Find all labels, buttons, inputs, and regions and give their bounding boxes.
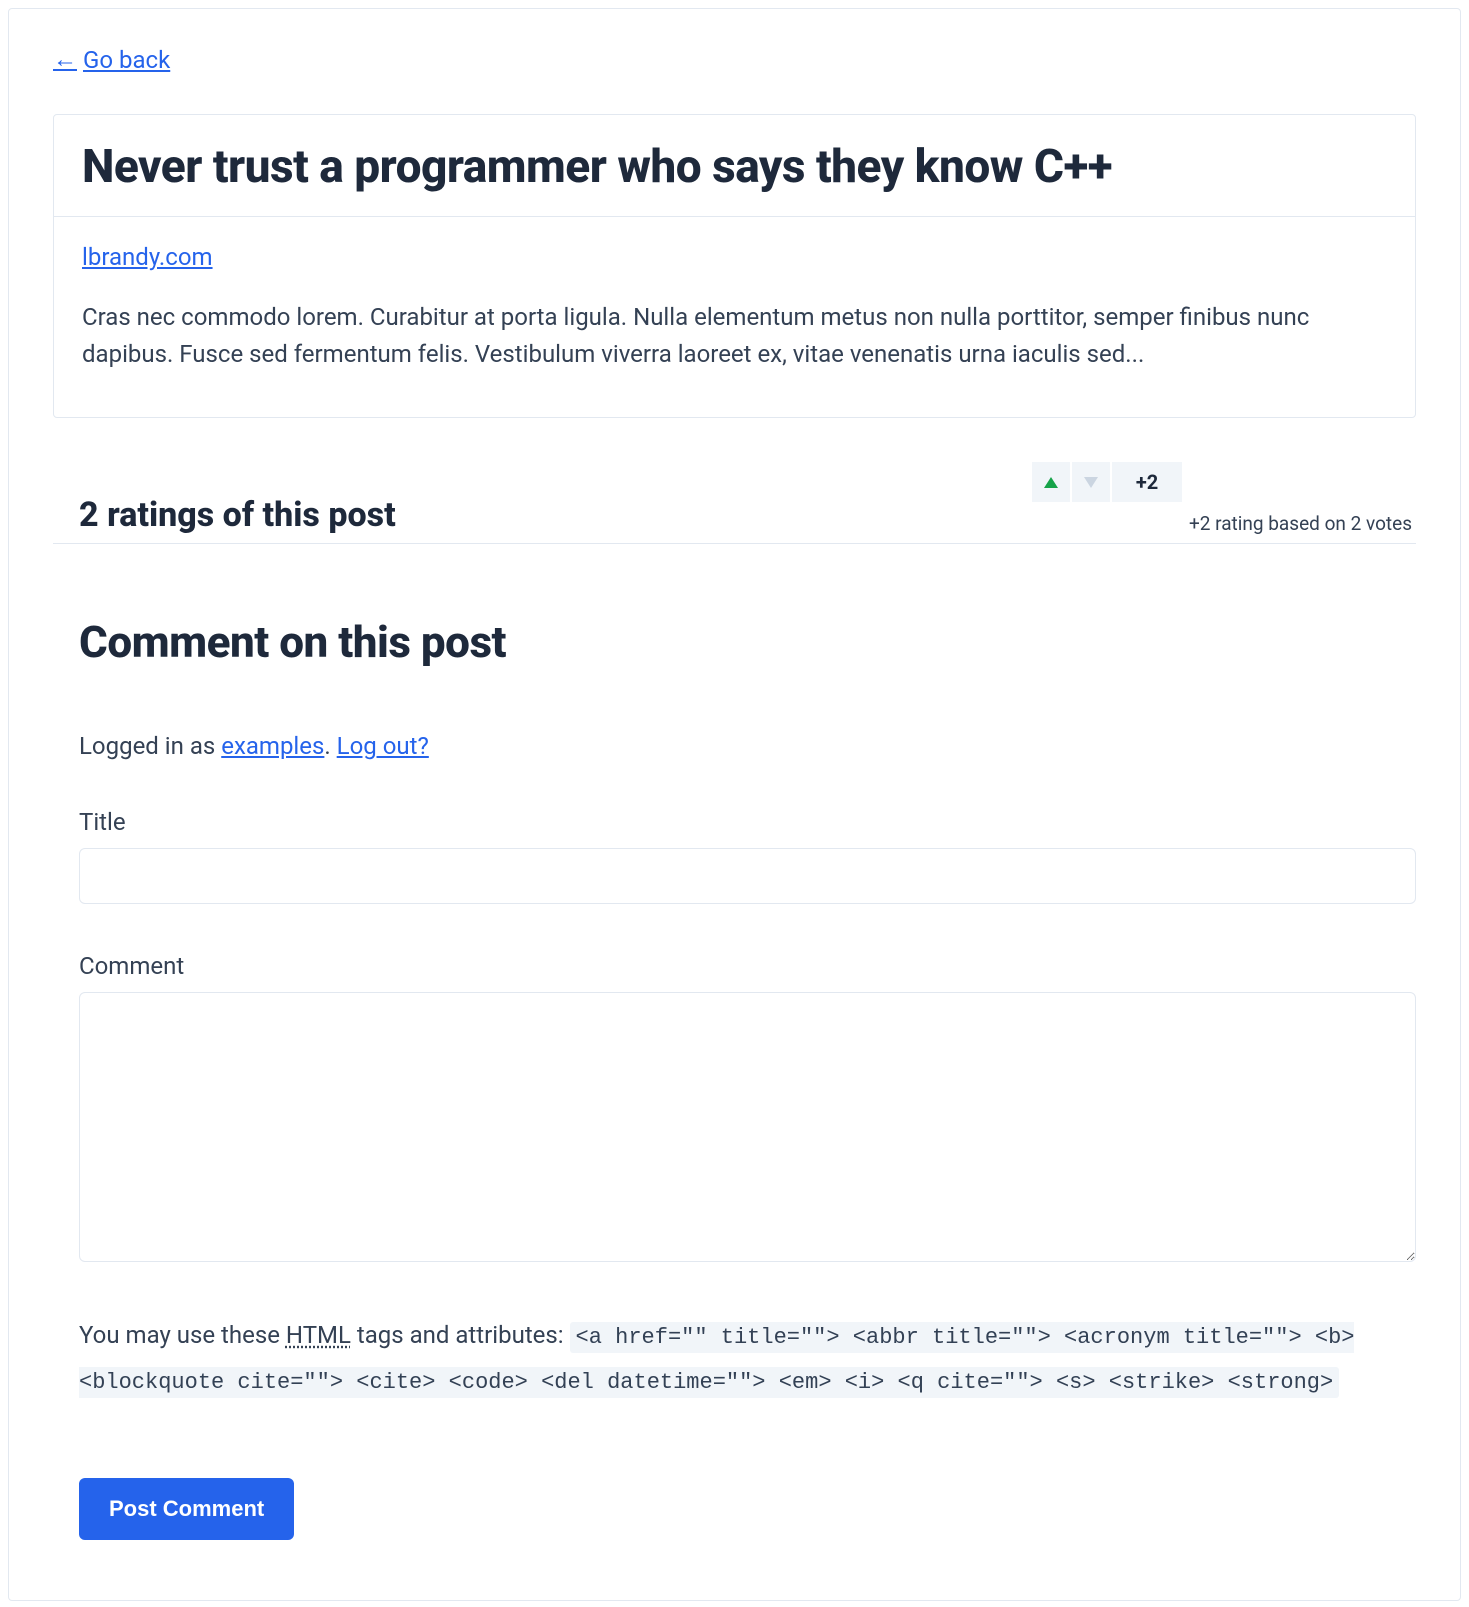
allowed-tags-suffix: tags and attributes: bbox=[351, 1321, 570, 1349]
ratings-section: 2 ratings of this post +2 +2 rating base… bbox=[53, 454, 1416, 544]
logged-in-line: Logged in as examples. Log out? bbox=[79, 732, 1416, 760]
logged-in-separator: . bbox=[324, 732, 336, 760]
username-link[interactable]: examples bbox=[221, 732, 324, 760]
comment-label: Comment bbox=[79, 952, 1416, 980]
arrow-left-icon: ← bbox=[53, 45, 77, 74]
allowed-tags-prefix: You may use these bbox=[79, 1321, 286, 1349]
upvote-button[interactable] bbox=[1032, 462, 1072, 502]
ratings-controls: +2 +2 rating based on 2 votes bbox=[1032, 462, 1416, 535]
allowed-tags-note: You may use these HTML tags and attribut… bbox=[79, 1314, 1416, 1404]
rating-summary: +2 rating based on 2 votes bbox=[1189, 512, 1412, 535]
page-frame: ← Go back Never trust a programmer who s… bbox=[8, 8, 1461, 1601]
post-comment-button[interactable]: Post Comment bbox=[79, 1478, 294, 1540]
triangle-up-icon bbox=[1044, 477, 1058, 488]
post-card-header: Never trust a programmer who says they k… bbox=[54, 115, 1415, 217]
post-card-body: lbrandy.com Cras nec commodo lorem. Cura… bbox=[54, 217, 1415, 417]
comment-heading: Comment on this post bbox=[79, 616, 1416, 668]
go-back-label: Go back bbox=[83, 46, 170, 74]
title-input[interactable] bbox=[79, 848, 1416, 904]
html-abbr: HTML bbox=[286, 1321, 351, 1349]
logged-in-prefix: Logged in as bbox=[79, 732, 221, 760]
post-source-link[interactable]: lbrandy.com bbox=[82, 243, 213, 271]
go-back-link[interactable]: ← Go back bbox=[53, 45, 170, 74]
post-card: Never trust a programmer who says they k… bbox=[53, 114, 1416, 418]
post-excerpt: Cras nec commodo lorem. Curabitur at por… bbox=[82, 299, 1387, 373]
post-title: Never trust a programmer who says they k… bbox=[82, 141, 1387, 194]
title-label: Title bbox=[79, 808, 1416, 836]
ratings-heading: 2 ratings of this post bbox=[79, 495, 396, 535]
comment-field: Comment bbox=[79, 952, 1416, 1266]
downvote-button[interactable] bbox=[1072, 462, 1112, 502]
vote-strip: +2 bbox=[1032, 462, 1182, 502]
title-field: Title bbox=[79, 808, 1416, 904]
comment-section: Comment on this post Logged in as exampl… bbox=[53, 616, 1416, 1540]
triangle-down-icon bbox=[1084, 477, 1098, 488]
comment-textarea[interactable] bbox=[79, 992, 1416, 1262]
logout-link[interactable]: Log out? bbox=[337, 732, 429, 760]
vote-score: +2 bbox=[1112, 462, 1182, 502]
